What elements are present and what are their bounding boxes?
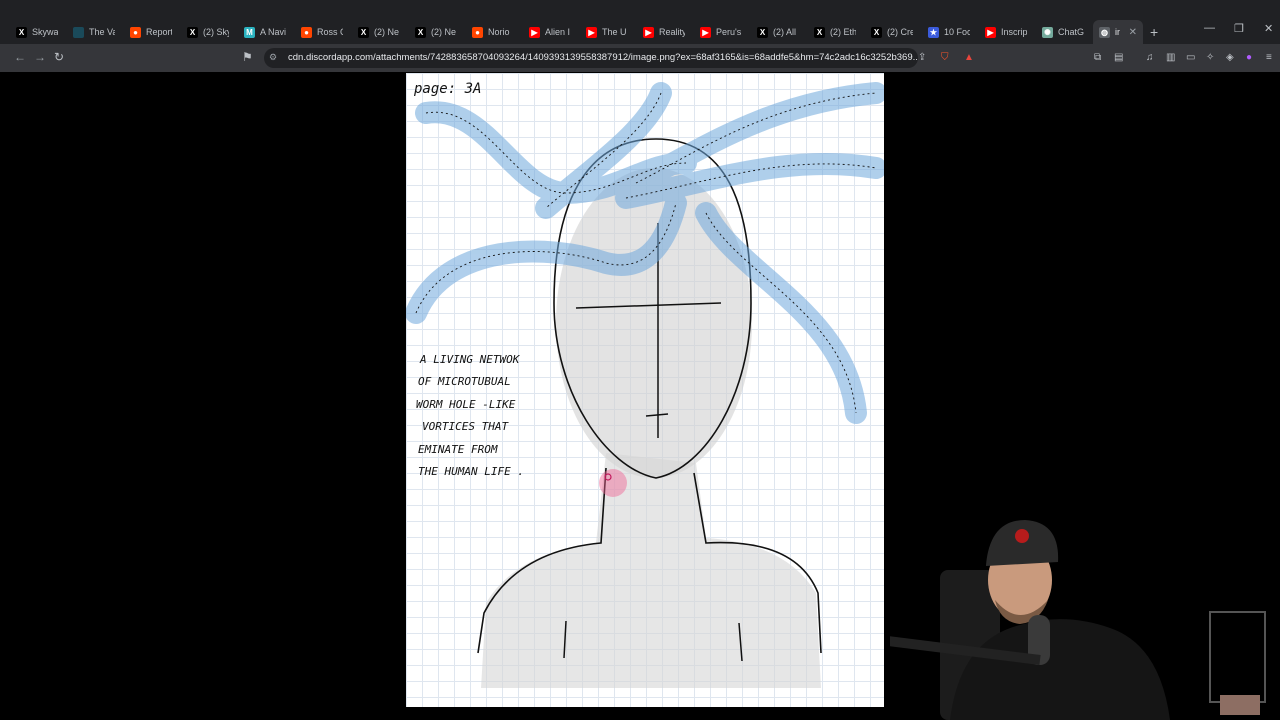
brave-shield-icon[interactable]: ⛉	[941, 52, 949, 63]
extensions-icon[interactable]: ⧉	[1094, 52, 1101, 63]
tab-label: (2) Cre	[887, 27, 913, 37]
tab[interactable]: X (2) Ne	[409, 20, 463, 44]
site-icon: M	[244, 26, 255, 38]
page-label: page: 3A	[413, 81, 481, 97]
x-logo-icon: X	[757, 26, 768, 38]
reload-icon[interactable]: ↻	[54, 50, 64, 64]
sketch-image: page: 3A A LIVING NETWOK OF MICROTUBUAL …	[405, 73, 887, 707]
webcam-overlay	[890, 500, 1280, 720]
tab[interactable]: ● Ross C	[295, 20, 349, 44]
x-logo-icon: X	[871, 26, 882, 38]
note-line: A LIVING NETWOK	[419, 353, 521, 366]
youtube-icon: ▶	[700, 26, 711, 38]
tab-label: (2) Ne	[431, 27, 457, 37]
cursor-highlight	[599, 469, 627, 497]
note-line: WORM HOLE -LIKE	[416, 398, 516, 411]
note-line: EMINATE FROM	[418, 443, 498, 456]
tab-label: im	[1115, 27, 1120, 37]
youtube-icon: ▶	[529, 26, 540, 38]
tab-label: Peru's	[716, 27, 742, 37]
background-object	[1220, 695, 1260, 715]
sketch-note: A LIVING NETWOK OF MICROTUBUAL WORM HOLE…	[416, 353, 524, 478]
bookmark-icon[interactable]: ⚑	[242, 50, 253, 64]
chatgpt-icon: ✺	[1042, 26, 1053, 38]
youtube-icon: ▶	[586, 26, 597, 38]
close-window-icon[interactable]: ✕	[1264, 22, 1273, 35]
tab-label: The U	[602, 27, 627, 37]
cap-logo	[1015, 529, 1029, 543]
tab-label: (2) Eth	[830, 27, 856, 37]
tab[interactable]: M A Navi	[238, 20, 292, 44]
share-icon[interactable]: ⇪	[918, 52, 926, 63]
back-icon[interactable]: ←	[14, 50, 26, 64]
note-line: VORTICES THAT	[422, 420, 509, 433]
tab[interactable]: ▶ Reality	[637, 20, 691, 44]
tab-label: Report	[146, 27, 172, 37]
tab-label: Norio	[488, 27, 510, 37]
x-logo-icon: X	[187, 26, 198, 38]
leo-icon[interactable]: ✧	[1206, 52, 1214, 63]
note-line: OF MICROTUBUAL	[418, 375, 511, 388]
tab-label: Skywa	[32, 27, 58, 37]
tab[interactable]: X (2) All	[751, 20, 805, 44]
note-line: THE HUMAN LIFE .	[418, 465, 524, 478]
tab[interactable]: ▶ Inscrip	[979, 20, 1033, 44]
tab[interactable]: ◍ im ✕	[1093, 20, 1143, 44]
vpn-icon[interactable]: ◈	[1226, 52, 1234, 63]
address-bar[interactable]: cdn.discordapp.com/attachments/742883658…	[264, 48, 918, 68]
tab-label: 10 Foc	[944, 27, 970, 37]
tab[interactable]: X (2) Sky	[181, 20, 235, 44]
minimize-icon[interactable]: —	[1204, 22, 1215, 34]
new-tab-button[interactable]: +	[1150, 24, 1158, 40]
wallet-icon[interactable]: ▭	[1186, 52, 1195, 63]
menu-icon[interactable]: ≡	[1266, 52, 1272, 63]
profile-icon[interactable]: ●	[1246, 52, 1252, 63]
tab[interactable]: ▶ The U	[580, 20, 634, 44]
reader-icon[interactable]: ▤	[1114, 52, 1123, 63]
x-logo-icon: X	[16, 26, 27, 38]
reddit-icon: ●	[130, 26, 141, 38]
sidebar-icon[interactable]: ▥	[1166, 52, 1175, 63]
tab-label: (2) Ne	[374, 27, 400, 37]
tab[interactable]: X (2) Cre	[865, 20, 919, 44]
head-shading	[556, 168, 752, 478]
site-icon	[73, 26, 84, 38]
tab-label: Inscrip	[1001, 27, 1027, 37]
globe-icon: ◍	[1099, 26, 1110, 38]
tab[interactable]: ★ 10 Foc	[922, 20, 976, 44]
tab-label: Reality	[659, 27, 685, 37]
youtube-icon: ▶	[643, 26, 654, 38]
tab-label: (2) Sky	[203, 27, 229, 37]
x-logo-icon: X	[415, 26, 426, 38]
tab-label: A Navi	[260, 27, 286, 37]
forward-icon[interactable]: →	[34, 50, 46, 64]
x-logo-icon: X	[358, 26, 369, 38]
tab[interactable]: ✺ ChatG	[1036, 20, 1090, 44]
body-shading	[481, 453, 821, 688]
tab[interactable]: ▶ Peru's	[694, 20, 748, 44]
media-icon[interactable]: ♫	[1146, 52, 1154, 63]
star-icon: ★	[928, 26, 939, 38]
site-settings-icon[interactable]: ⚙	[269, 52, 277, 63]
tab[interactable]: ● Norio	[466, 20, 520, 44]
tab[interactable]: X (2) Eth	[808, 20, 862, 44]
tab-label: ChatG	[1058, 27, 1084, 37]
tab-label: Ross C	[317, 27, 343, 37]
x-logo-icon: X	[814, 26, 825, 38]
tab[interactable]: ▶ Alien I	[523, 20, 577, 44]
brave-rewards-icon[interactable]: ▲	[964, 52, 974, 63]
restore-icon[interactable]: ❐	[1234, 22, 1244, 35]
tab-label: The Va	[89, 27, 115, 37]
youtube-icon: ▶	[985, 26, 996, 38]
tab[interactable]: X (2) Ne	[352, 20, 406, 44]
reddit-icon: ●	[301, 26, 312, 38]
close-tab-icon[interactable]: ✕	[1129, 27, 1137, 38]
tab-label: (2) All	[773, 27, 797, 37]
sketch-drawing: page: 3A A LIVING NETWOK OF MICROTUBUAL …	[405, 81, 887, 688]
tab[interactable]: X Skywa	[10, 20, 64, 44]
reddit-icon: ●	[472, 26, 483, 38]
tab-label: Alien I	[545, 27, 571, 37]
tab[interactable]: The Va	[67, 20, 121, 44]
tab[interactable]: ● Report	[124, 20, 178, 44]
